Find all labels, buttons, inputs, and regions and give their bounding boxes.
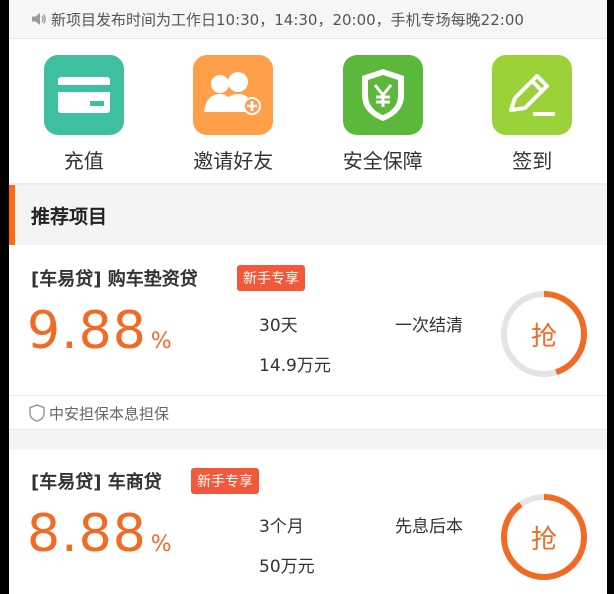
checkin-button[interactable]: 签到 (458, 39, 608, 183)
rate-unit: % (150, 532, 173, 557)
recharge-label: 充值 (63, 149, 104, 173)
project-term: 30天 (259, 316, 298, 336)
security-button[interactable]: 安全保障 (308, 39, 458, 183)
recharge-button[interactable]: 充值 (9, 39, 159, 183)
speaker-icon (32, 13, 46, 25)
project-title: [车易贷] 车商贷 (31, 472, 162, 493)
project-term: 3个月 (259, 517, 304, 537)
project-amount: 14.9万元 (259, 356, 331, 376)
rate-unit: % (150, 329, 173, 354)
repayment-method: 一次结清 (395, 316, 463, 336)
checkin-label: 签到 (512, 149, 553, 173)
invite-friends-icon (193, 55, 274, 135)
invite-friends-button[interactable]: 邀请好友 (159, 39, 309, 183)
newbie-badge: 新手专享 (237, 265, 305, 291)
grab-button[interactable]: 抢 (499, 289, 589, 379)
quick-actions: 充值 邀请好友 安全保障 签到 (9, 39, 607, 183)
interest-rate: 9.88% (27, 301, 173, 361)
interest-rate: 8.88% (27, 504, 173, 564)
guarantee-text: 中安担保本息担保 (49, 404, 170, 423)
grab-button[interactable]: 抢 (499, 492, 589, 582)
shield-icon (29, 404, 45, 422)
project-card[interactable]: [车易贷] 购车垫资贷 新手专享 9.88% 30天 14.9万元 一次结清 抢 (9, 245, 607, 395)
security-label: 安全保障 (342, 149, 423, 173)
notice-bar: 新项目发布时间为工作日10:30，14:30，20:00，手机专场每晚22:00 (9, 0, 607, 39)
project-title: [车易贷] 购车垫资贷 (31, 269, 198, 290)
rate-value: 8.88 (27, 504, 147, 564)
notice-text: 新项目发布时间为工作日10:30，14:30，20:00，手机专场每晚22:00 (51, 10, 524, 29)
section-title: 推荐项目 (9, 185, 607, 245)
guarantee-row: 中安担保本息担保 (9, 395, 607, 429)
pen-sign-icon (492, 55, 573, 135)
newbie-badge: 新手专享 (191, 468, 259, 494)
card-icon (43, 55, 124, 135)
shield-yen-icon (342, 55, 423, 135)
rate-value: 9.88 (27, 301, 147, 361)
repayment-method: 先息后本 (395, 517, 463, 537)
project-amount: 50万元 (259, 557, 315, 577)
guarantee-info: 中安担保本息担保 (9, 395, 607, 430)
project-card[interactable]: [车易贷] 车商贷 新手专享 8.88% 3个月 50万元 先息后本 抢 (9, 450, 607, 594)
invite-friends-label: 邀请好友 (193, 149, 274, 173)
app-frame: 新项目发布时间为工作日10:30，14:30，20:00，手机专场每晚22:00… (9, 0, 607, 594)
card-gap (9, 429, 607, 450)
